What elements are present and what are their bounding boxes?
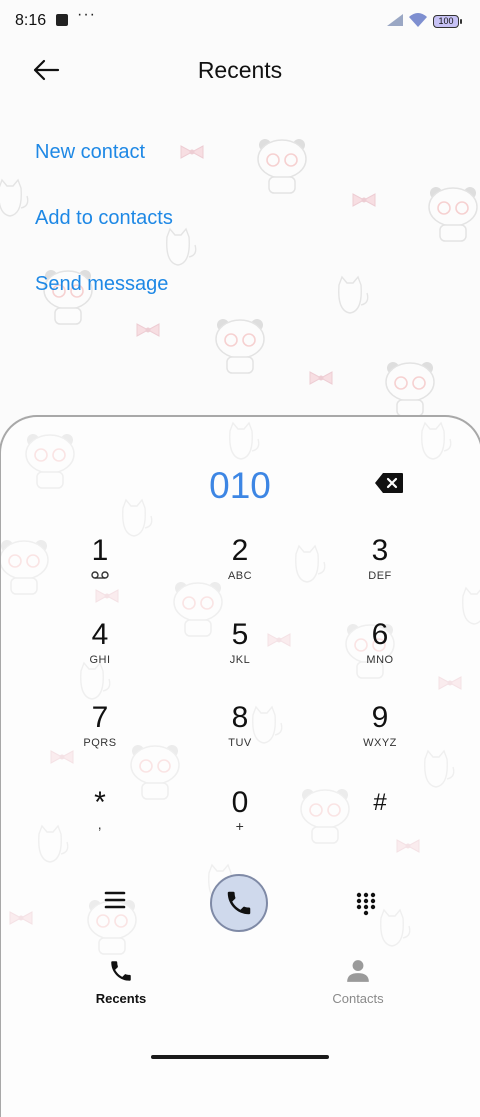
panda-sticker-icon <box>385 362 435 417</box>
send-message-link[interactable]: Send message <box>35 273 168 296</box>
key-digit: 2 <box>231 534 249 567</box>
cat-sticker-icon <box>166 227 197 266</box>
key-1[interactable]: 1 <box>50 534 150 606</box>
key-letters: GHI <box>89 654 111 666</box>
key-letters: PQRS <box>83 737 117 749</box>
key-digit: # <box>373 789 387 816</box>
key-4[interactable]: 4 GHI <box>50 618 150 690</box>
person-icon <box>347 960 369 982</box>
nav-recents-label: Recents <box>95 991 147 1006</box>
back-arrow-icon[interactable] <box>30 56 62 84</box>
cat-sticker-icon <box>0 178 29 217</box>
key-digit: 8 <box>231 701 249 734</box>
key-letters: JKL <box>229 654 251 666</box>
bow-sticker-icon <box>136 323 160 337</box>
key-5[interactable]: 5 JKL <box>190 618 290 690</box>
key-letters: DEF <box>368 570 392 582</box>
nav-contacts[interactable]: Contacts <box>298 958 418 1006</box>
backspace-icon[interactable] <box>374 472 404 494</box>
key-2[interactable]: 2 ABC <box>190 534 290 606</box>
more-notifications-icon: ··· <box>77 6 96 23</box>
key-8[interactable]: 8 TUV <box>190 701 290 773</box>
add-to-contacts-link[interactable]: Add to contacts <box>35 207 173 230</box>
key-digit: 5 <box>231 618 249 651</box>
key-7[interactable]: 7 PQRS <box>50 701 150 773</box>
key-digit: 1 <box>91 534 109 567</box>
key-digit: 4 <box>91 618 109 651</box>
key-3[interactable]: 3 DEF <box>330 534 430 606</box>
home-indicator <box>151 1055 329 1059</box>
bow-sticker-icon <box>180 145 204 159</box>
phone-icon <box>111 961 131 981</box>
key-9[interactable]: 9 WXYZ <box>330 701 430 773</box>
nav-recents[interactable]: Recents <box>61 958 181 1006</box>
wifi-icon <box>409 13 427 27</box>
phone-icon <box>227 891 251 915</box>
call-button[interactable] <box>210 874 268 932</box>
bow-sticker-icon <box>309 371 333 385</box>
key-digit: 7 <box>91 701 109 734</box>
key-letters: ABC <box>227 570 253 582</box>
key-letters: TUV <box>228 737 252 749</box>
menu-icon[interactable] <box>101 888 129 912</box>
key-letters: MNO <box>366 654 394 666</box>
key-letters: WXYZ <box>363 737 397 749</box>
cat-sticker-icon <box>338 275 369 314</box>
bow-sticker-icon <box>352 193 376 207</box>
panda-sticker-icon <box>428 187 478 242</box>
dialpad-toggle-icon[interactable] <box>356 892 376 916</box>
key-digit: * <box>94 786 106 819</box>
key-digit: 9 <box>371 701 389 734</box>
nav-contacts-label: Contacts <box>332 991 384 1006</box>
new-contact-link[interactable]: New contact <box>35 141 145 164</box>
dialed-number: 010 <box>209 465 271 506</box>
voicemail-icon <box>91 571 109 579</box>
panda-sticker-icon <box>215 319 265 374</box>
status-time: 8:16 <box>15 12 47 29</box>
signal-icon <box>387 14 403 26</box>
key-0[interactable]: 0 + <box>190 786 290 858</box>
key-star[interactable]: * , <box>50 786 150 858</box>
key-digit: 3 <box>371 534 389 567</box>
key-hash[interactable]: # <box>330 786 430 858</box>
notification-icon <box>56 14 68 26</box>
battery-icon: 100 <box>433 15 462 28</box>
key-6[interactable]: 6 MNO <box>330 618 430 690</box>
key-letters: , <box>97 816 103 832</box>
key-digit: 0 <box>231 786 249 819</box>
panda-sticker-icon <box>257 139 307 194</box>
status-bar: 8:16 ··· 100 <box>0 0 480 44</box>
key-digit: 6 <box>371 618 389 651</box>
key-letters: + <box>235 818 245 834</box>
